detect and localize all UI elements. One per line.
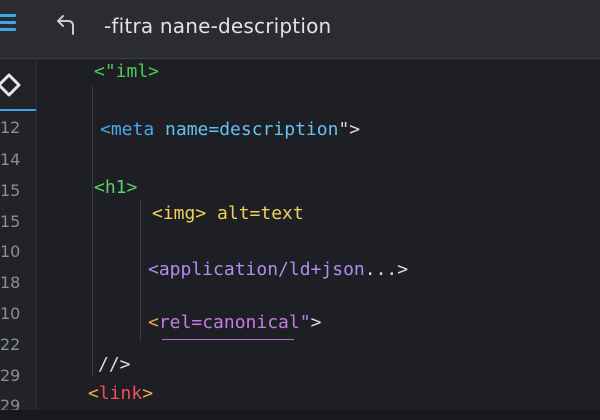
code-line[interactable]: <link> <box>88 382 153 406</box>
code-line[interactable]: <rel=canonical"> <box>148 311 321 335</box>
line-number: 14 <box>0 150 21 169</box>
code-token: rel=canonical <box>158 312 300 333</box>
code-token: <h1> <box>94 177 138 198</box>
code-line[interactable]: //> <box>98 353 131 377</box>
code-token: name= <box>165 119 220 140</box>
code-token: "> <box>338 119 361 140</box>
code-line[interactable]: <meta name=description"> <box>100 118 360 142</box>
spellcheck-underline <box>162 339 294 340</box>
code-token: < <box>88 383 99 404</box>
indent-guide <box>140 200 141 340</box>
status-strip <box>0 410 600 420</box>
line-number: 10 <box>0 242 21 261</box>
line-number: 29 <box>0 366 21 385</box>
code-token: <"iml> <box>94 61 160 82</box>
code-line[interactable]: <h1> <box>94 176 137 200</box>
line-number: 10 <box>0 304 21 323</box>
code-token: ...> <box>364 259 409 280</box>
menu-icon[interactable] <box>0 14 18 34</box>
diamond-code-icon[interactable] <box>0 62 36 111</box>
line-number: 22 <box>0 335 21 354</box>
line-number: 12 <box>0 118 21 137</box>
code-token: description <box>219 119 339 140</box>
indent-guide <box>92 86 93 376</box>
line-number: 15 <box>0 181 21 200</box>
line-number: 18 <box>0 273 21 292</box>
code-token: > <box>142 383 154 404</box>
back-arrow-icon[interactable] <box>54 12 80 38</box>
code-token: > <box>310 312 322 333</box>
code-token: <application/ld+json <box>148 259 365 280</box>
code-token: link <box>98 383 143 404</box>
code-token: <meta <box>100 119 166 140</box>
code-line[interactable]: <img> alt=text <box>152 202 304 226</box>
file-title: -fitra nane-description <box>104 14 332 38</box>
code-token: //> <box>98 354 131 375</box>
active-tab-indicator <box>0 109 36 111</box>
code-line[interactable]: <application/ld+json...> <box>148 258 408 282</box>
code-token: " <box>299 312 311 333</box>
editor-header: -fitra nane-description <box>0 0 600 59</box>
line-number: 15 <box>0 212 21 231</box>
code-token: alt=text <box>206 203 304 224</box>
code-line[interactable]: <"iml> <box>94 60 159 84</box>
code-token: < <box>148 312 159 333</box>
code-token: <img> <box>152 203 207 224</box>
